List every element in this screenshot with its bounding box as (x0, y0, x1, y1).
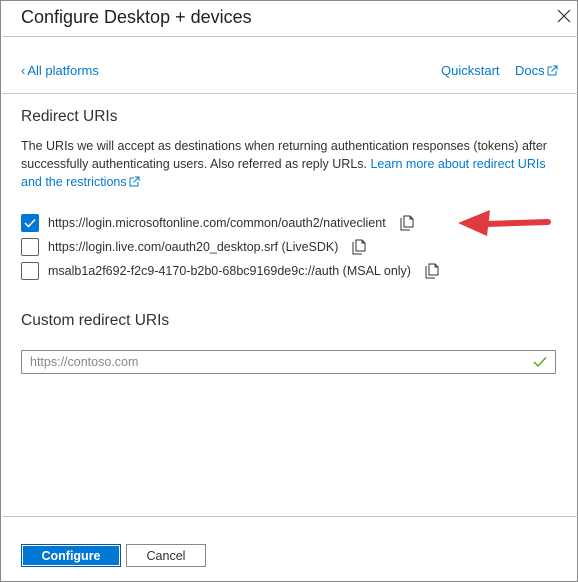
annotation-arrow-icon (458, 210, 551, 236)
header-divider (2, 36, 578, 37)
docs-link[interactable]: Docs (515, 63, 558, 78)
back-link-label: All platforms (27, 63, 99, 78)
redirect-uris-description: The URIs we will accept as destinations … (21, 137, 561, 191)
back-link[interactable]: ‹ All platforms (21, 63, 99, 78)
quickstart-link[interactable]: Quickstart (441, 63, 500, 78)
valid-check-icon (533, 357, 547, 367)
copy-icon[interactable] (400, 215, 414, 231)
redirect-option-nativeclient: https://login.microsoftonline.com/common… (21, 213, 414, 233)
external-link-icon (547, 65, 558, 76)
copy-icon[interactable] (352, 239, 366, 255)
redirect-uris-heading: Redirect URIs (21, 108, 118, 125)
redirect-option-label: https://login.microsoftonline.com/common… (48, 216, 386, 230)
redirect-option-label: msalb1a2f692-f2c9-4170-b2b0-68bc9169de9c… (48, 264, 411, 278)
close-icon[interactable] (556, 8, 572, 24)
custom-redirect-uris-heading: Custom redirect URIs (21, 312, 170, 329)
configure-button[interactable]: Configure (21, 544, 121, 567)
docs-link-label: Docs (515, 63, 545, 78)
redirect-option-label: https://login.live.com/oauth20_desktop.s… (48, 240, 339, 254)
nav-divider (2, 93, 578, 94)
checkmark-icon (24, 218, 36, 228)
panel-title: Configure Desktop + devices (21, 7, 252, 27)
redirect-option-livesdk: https://login.live.com/oauth20_desktop.s… (21, 237, 366, 257)
redirect-option-msal: msalb1a2f692-f2c9-4170-b2b0-68bc9169de9c… (21, 261, 439, 281)
custom-redirect-uri-field (21, 350, 556, 374)
copy-icon[interactable] (425, 263, 439, 279)
chevron-left-icon: ‹ (21, 63, 26, 78)
configure-panel: Configure Desktop + devices ‹ All platfor… (0, 0, 578, 582)
cancel-button[interactable]: Cancel (126, 544, 206, 567)
external-link-icon (129, 176, 140, 187)
checkbox-msal[interactable] (21, 262, 39, 280)
custom-redirect-uri-input[interactable] (30, 355, 533, 369)
footer-divider (2, 516, 578, 517)
checkbox-livesdk[interactable] (21, 238, 39, 256)
checkbox-nativeclient[interactable] (21, 214, 39, 232)
